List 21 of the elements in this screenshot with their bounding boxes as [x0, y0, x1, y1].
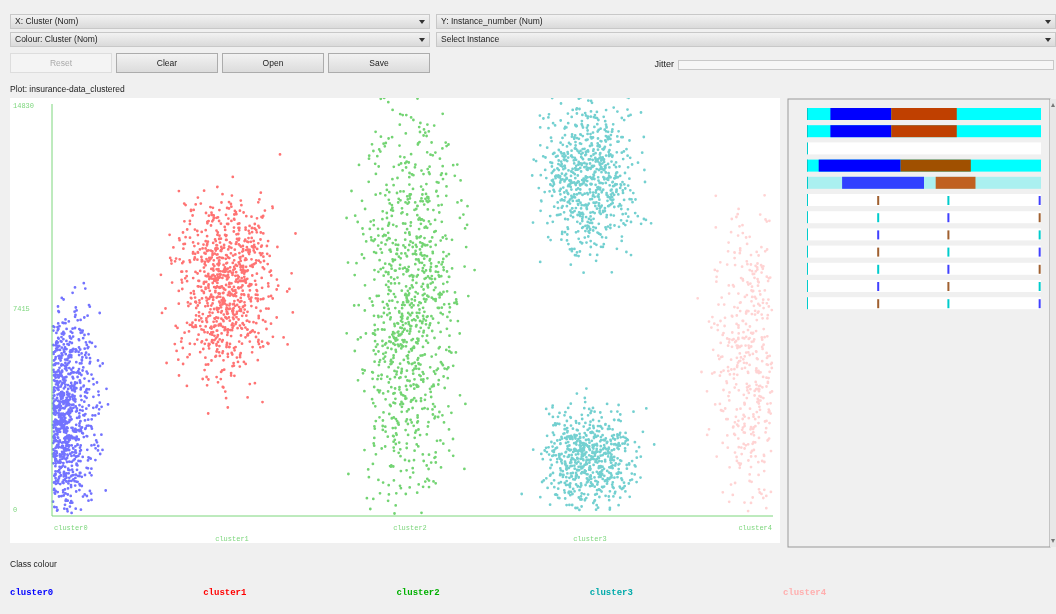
- x-axis-dropdown[interactable]: X: Cluster (Nom): [10, 14, 430, 29]
- instance-dropdown[interactable]: Select Instance: [436, 32, 1056, 47]
- open-button[interactable]: Open: [222, 53, 324, 73]
- slider-label: Jitter: [654, 58, 674, 71]
- caret-icon: [1045, 19, 1051, 24]
- y-axis-dropdown[interactable]: Y: Instance_number (Num): [436, 14, 1056, 29]
- legend-label: cluster4: [782, 586, 827, 600]
- jitter-slider[interactable]: [678, 59, 1054, 70]
- caret-icon: [419, 19, 425, 24]
- legend-title: Class colour: [9, 557, 58, 571]
- scrollbar[interactable]: [1050, 98, 1056, 547]
- legend-label: cluster2: [396, 586, 440, 600]
- caret-icon: [1045, 37, 1051, 42]
- save-button[interactable]: Save: [328, 53, 430, 73]
- legend-label: cluster0: [10, 586, 54, 600]
- clear-button[interactable]: Clear: [116, 53, 218, 73]
- colour-dropdown[interactable]: Colour: Cluster (Nom): [10, 32, 430, 47]
- legend-label: cluster3: [589, 586, 633, 600]
- caret-icon: [419, 37, 425, 42]
- legend-label: cluster1: [203, 586, 247, 600]
- plot-title: Plot: insurance-data_clustered: [9, 83, 126, 96]
